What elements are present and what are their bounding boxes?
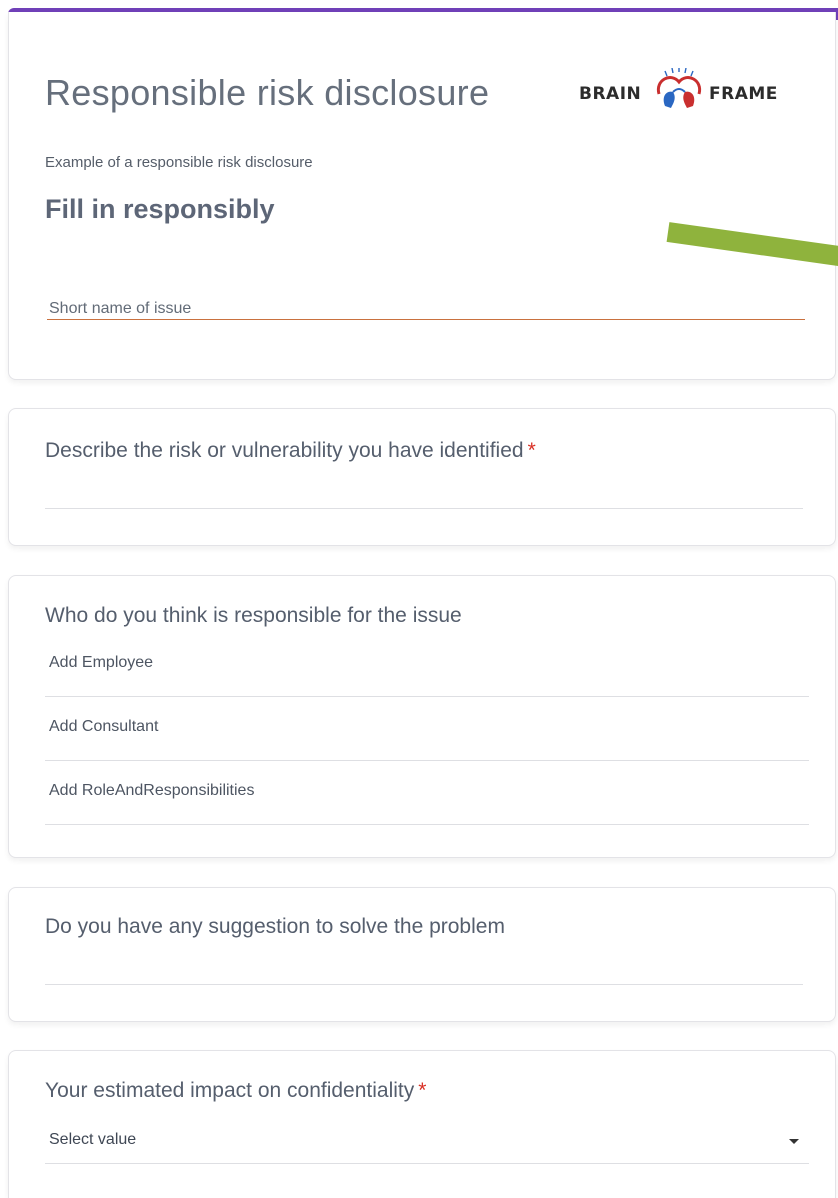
row-divider xyxy=(45,696,809,697)
question-label: Describe the risk or vulnerability you h… xyxy=(45,439,536,462)
required-marker: * xyxy=(418,1079,427,1102)
brain-heads-icon xyxy=(656,68,702,108)
chevron-down-icon[interactable] xyxy=(789,1139,799,1144)
select-underline xyxy=(45,1163,809,1164)
required-marker: * xyxy=(527,439,536,462)
short-name-underline xyxy=(47,319,805,320)
risk-answer-input[interactable] xyxy=(45,508,803,509)
form-subheading: Fill in responsibly xyxy=(45,194,275,224)
question-card-confidentiality: Your estimated impact on confidentiality… xyxy=(8,1050,836,1198)
short-name-input[interactable]: Short name of issue xyxy=(49,300,191,318)
brainframe-logo: BRAIN FRAME xyxy=(569,68,819,118)
question-card-suggestion: Do you have any suggestion to solve the … xyxy=(8,887,836,1022)
question-card-risk: Describe the risk or vulnerability you h… xyxy=(8,408,836,546)
logo-word-left: BRAIN xyxy=(579,84,642,104)
form-description: Example of a responsible risk disclosure xyxy=(45,154,313,171)
question-label: Your estimated impact on confidentiality… xyxy=(45,1079,427,1102)
form-title: Responsible risk disclosure xyxy=(45,72,490,113)
confidentiality-select[interactable]: Select value xyxy=(49,1131,136,1149)
form-header-card: Responsible risk disclosure BRAIN FRAME … xyxy=(8,12,836,380)
add-employee-option[interactable]: Add Employee xyxy=(49,654,153,672)
row-divider xyxy=(45,824,809,825)
question-label: Do you have any suggestion to solve the … xyxy=(45,915,505,938)
logo-word-right: FRAME xyxy=(709,84,778,104)
question-card-responsible: Who do you think is responsible for the … xyxy=(8,575,836,858)
add-role-option[interactable]: Add RoleAndResponsibilities xyxy=(49,782,254,800)
suggestion-answer-input[interactable] xyxy=(45,984,803,985)
add-consultant-option[interactable]: Add Consultant xyxy=(49,718,158,736)
row-divider xyxy=(45,760,809,761)
question-label: Who do you think is responsible for the … xyxy=(45,604,462,627)
